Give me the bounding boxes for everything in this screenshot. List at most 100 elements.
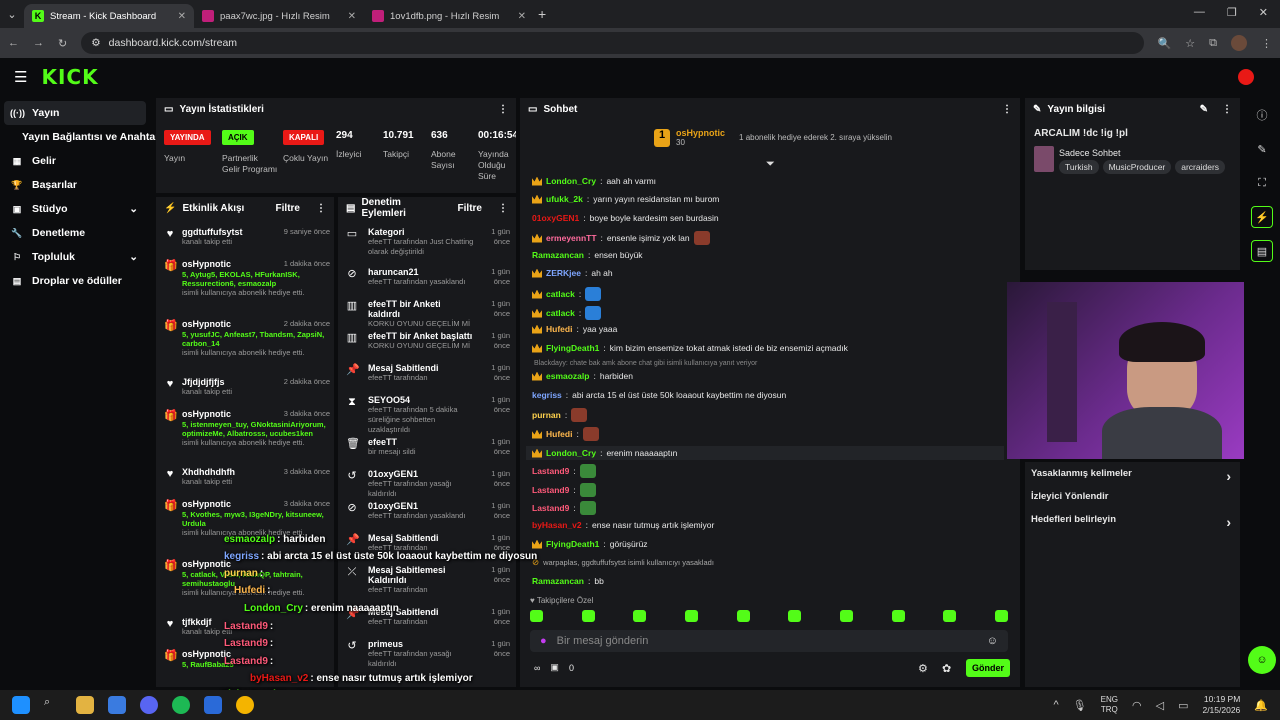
help-button[interactable]: ☺ [1248, 646, 1276, 674]
chat-message[interactable]: catlack: [532, 287, 602, 301]
chat-username[interactable]: catlack [546, 289, 575, 299]
chat-message[interactable]: London_Cry: erenim naaaaaptın [526, 446, 1004, 460]
chat-username[interactable]: Lastand9 [532, 503, 569, 513]
sidebar-item-1[interactable]: Yayın Bağlantısı ve Anahtarı [0, 125, 162, 149]
chat-message[interactable]: Lastand9: [532, 464, 596, 478]
emote-shortcut-icon[interactable] [891, 610, 905, 622]
stats-menu-icon[interactable]: ⋮ [498, 104, 508, 115]
notification-icon[interactable]: 🔔 [1254, 699, 1268, 712]
chat-message[interactable]: London_Cry: aah ah varmı [532, 176, 656, 186]
tray-chevron-icon[interactable]: ^ [1054, 699, 1059, 711]
chat-message[interactable]: kegriss: abi arcta 15 el üst üste 50k loa… [532, 390, 786, 400]
minimize-button[interactable]: — [1194, 6, 1205, 19]
category-thumbnail[interactable] [1034, 146, 1054, 172]
points-icon[interactable]: ∞ [534, 663, 540, 673]
chat-message[interactable]: ZERKjee: ah ah [532, 268, 613, 278]
chat-message[interactable]: esmaozalp: harbiden [532, 371, 633, 381]
chat-username[interactable]: Ramazancan [532, 576, 584, 586]
chat-message[interactable]: catlack: [532, 306, 602, 320]
activity-event[interactable]: 🎁 osHypnotic 5, Aytug5, EKOLAS, HFurkanISK… [164, 259, 330, 298]
chat-username[interactable]: Hufedi [546, 324, 572, 334]
bookmark-star-icon[interactable]: ☆ [1185, 37, 1195, 50]
chat-message[interactable]: ufukk_2k: yarın yayın residanstan mı buro… [532, 194, 719, 204]
chat-message[interactable]: Ramazancan: bb [532, 576, 604, 586]
chat-message[interactable]: purnan: [532, 408, 588, 422]
status-badge[interactable]: AÇIK [222, 130, 254, 145]
reload-icon[interactable]: ↻ [58, 37, 67, 50]
file-explorer-icon[interactable] [76, 696, 94, 714]
moderation-action[interactable]: ⊘ 01oxyGEN1 efeeTT tarafından yasaklandı 1 … [346, 501, 510, 521]
chat-message[interactable]: FlyingDeath1: kim bizim ensemize tokat at… [532, 343, 848, 353]
moderation-action[interactable]: ↺ primeus efeeTT tarafından yasağı kaldırı… [346, 639, 510, 669]
activity-event[interactable]: ♥ ggdtuffufsytst kanalı takip etti 9 saniye… [164, 227, 330, 247]
tab-close-icon[interactable]: ✕ [518, 11, 526, 22]
clock[interactable]: 10:19 PM 2/15/2026 [1202, 694, 1240, 716]
app-icon[interactable] [204, 696, 222, 714]
emoji-icon[interactable]: ☺ [987, 635, 998, 647]
activity-menu-icon[interactable]: ⋮ [316, 203, 326, 214]
chat-message[interactable]: Hufedi: yaa yaaa [532, 324, 617, 334]
moderation-menu-icon[interactable]: ⋮ [498, 203, 508, 214]
chat-username[interactable]: FlyingDeath1 [546, 539, 599, 549]
activity-event[interactable]: 🎁 osHypnotic 5, istenmeyen_tuy, GNoktasini… [164, 409, 330, 448]
emote-shortcut-icon[interactable] [581, 610, 595, 622]
chat-username[interactable]: byHasan_v2 [532, 520, 582, 530]
emote-shortcut-icon[interactable] [633, 610, 647, 622]
chat-username[interactable]: catlack [546, 308, 575, 318]
emote-shortcut-icon[interactable] [530, 610, 543, 622]
chat-message[interactable]: Lastand9: [532, 501, 596, 515]
close-window-button[interactable]: ✕ [1259, 6, 1268, 19]
mic-tray-icon[interactable]: 🎙 [1073, 699, 1087, 712]
moderation-action[interactable]: ⤫ Mesaj Sabitlemesi Kaldırıldı efeeTT tara… [346, 565, 510, 595]
emote-shortcut-icon[interactable] [788, 610, 802, 622]
chat-message[interactable]: 01oxyGEN1: boye boyle kardesim sen burdas… [532, 213, 719, 223]
wifi-icon[interactable]: ◠ [1132, 699, 1142, 712]
volume-icon[interactable]: ◁ [1156, 699, 1164, 712]
info-menu-item[interactable]: Hedefleri belirleyin › [1031, 514, 1231, 530]
emote-shortcut-icon[interactable] [839, 610, 853, 622]
moderation-action[interactable]: ↺ 01oxyGEN1 efeeTT tarafından yasağı kaldı… [346, 469, 510, 499]
status-badge[interactable]: YAYINDA [164, 130, 211, 145]
send-button[interactable]: Gönder [966, 659, 1010, 677]
emote-shortcut-icon[interactable] [736, 610, 750, 622]
zoom-icon[interactable]: 🔍 [1158, 37, 1172, 50]
chat-message[interactable]: Hufedi: [532, 427, 599, 441]
chat-username[interactable]: London_Cry [546, 448, 596, 458]
activity-filter-button[interactable]: Filtre [276, 203, 300, 214]
site-info-icon[interactable]: ⚙ [91, 37, 100, 49]
chat-username[interactable]: FlyingDeath1 [546, 343, 599, 353]
browser-tab-1[interactable]: paax7wc.jpg - Hızlı Resim ✕ [194, 4, 364, 28]
settings-gear-icon[interactable]: ⚙ [918, 662, 928, 675]
moderation-filter-button[interactable]: Filtre [458, 203, 482, 214]
sidebar-item-7[interactable]: ▤ Droplar ve ödüller [0, 269, 152, 293]
activity-event[interactable]: 🎁 osHypnotic 5, Kvothes, myw3, I3geNDry, k… [164, 499, 330, 538]
tab-close-icon[interactable]: ✕ [178, 11, 186, 22]
stream-tag[interactable]: MusicProducer [1102, 160, 1172, 174]
chat-message[interactable]: ermeyennTT: ensenle işimiz yok lan [532, 231, 710, 245]
profile-avatar[interactable] [1231, 35, 1247, 51]
mic-icon[interactable]: ● [540, 635, 547, 647]
chat-username[interactable]: ufukk_2k [546, 194, 583, 204]
edit-icon[interactable]: ✎ [1200, 104, 1208, 115]
chat-menu-icon[interactable]: ⋮ [1002, 104, 1012, 115]
activity-event[interactable]: ♥ Xhdhdhdhfh kanalı takip etti 3 dakika önc… [164, 467, 330, 487]
sidebar-item-4[interactable]: ▣ Stüdyo ⌄ [0, 197, 152, 221]
bolt-rail-icon[interactable]: ⚡ [1251, 206, 1273, 228]
message-input[interactable]: ● Bir mesaj gönderin ☺ [530, 630, 1008, 652]
emote-shortcut-icon[interactable] [684, 610, 698, 622]
chat-username[interactable]: Ramazancan [532, 250, 584, 260]
status-badge[interactable]: KAPALI [283, 130, 325, 145]
info-menu-item[interactable]: Yasaklanmış kelimeler › [1031, 468, 1231, 484]
url-field[interactable]: ⚙ dashboard.kick.com/stream [81, 32, 1144, 54]
moderation-action[interactable]: 📌 Mesaj Sabitlendi efeeTT tarafından 1 gün … [346, 363, 510, 383]
sidebar-item-2[interactable]: ▦ Gelir [0, 149, 152, 173]
chat-username[interactable]: London_Cry [546, 176, 596, 186]
hamburger-icon[interactable]: ☰ [14, 68, 27, 86]
search-icon[interactable]: ⌕ [44, 696, 62, 714]
battery-icon[interactable]: ▭ [1178, 699, 1188, 712]
tab-close-icon[interactable]: ✕ [348, 11, 356, 22]
info-menu-item[interactable]: İzleyici Yönlendir [1031, 491, 1231, 502]
extensions-icon[interactable]: ⧉ [1209, 37, 1217, 50]
browser-menu-icon[interactable]: ⋮ [1261, 37, 1272, 50]
badge-icon[interactable]: ✿ [942, 662, 951, 675]
